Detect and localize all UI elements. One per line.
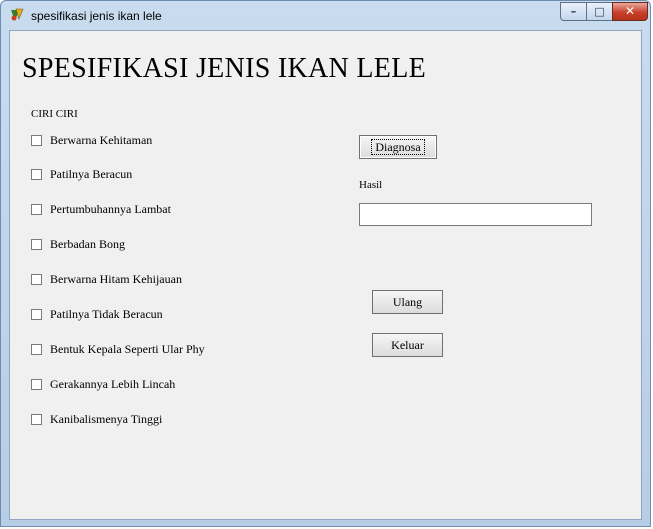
minimize-button[interactable]: – bbox=[560, 2, 587, 21]
checkbox[interactable] bbox=[31, 308, 42, 320]
checkbox-row-berwarna-hitam-kehijauan[interactable]: Berwarna Hitam Kehijauan bbox=[31, 271, 182, 287]
maximize-button[interactable]: □ bbox=[586, 2, 613, 21]
checkbox-row-berwarna-kehitaman[interactable]: Berwarna Kehitaman bbox=[31, 132, 152, 148]
diagnosa-button-label: Diagnosa bbox=[371, 139, 425, 155]
hasil-output-field[interactable] bbox=[359, 203, 592, 226]
minimize-icon: – bbox=[570, 5, 577, 18]
checkbox[interactable] bbox=[31, 238, 42, 250]
checkbox[interactable] bbox=[31, 134, 42, 146]
checkbox-row-berbadan-bong[interactable]: Berbadan Bong bbox=[31, 236, 125, 252]
checkbox-row-pertumbuhannya-lambat[interactable]: Pertumbuhannya Lambat bbox=[31, 201, 171, 217]
checkbox-row-gerakannya-lebih-lincah[interactable]: Gerakannya Lebih Lincah bbox=[31, 376, 175, 392]
checkbox-label: Bentuk Kepala Seperti Ular Phy bbox=[50, 341, 205, 356]
maximize-icon: □ bbox=[594, 5, 605, 18]
checkbox[interactable] bbox=[31, 168, 42, 180]
checkbox-label: Patilnya Beracun bbox=[50, 166, 133, 181]
ulang-button[interactable]: Ulang bbox=[372, 290, 443, 314]
checkbox[interactable] bbox=[31, 378, 42, 390]
ciri-group-label: CIRI CIRI bbox=[31, 108, 78, 120]
checkbox-row-patilnya-beracun[interactable]: Patilnya Beracun bbox=[31, 166, 132, 182]
app-icon bbox=[11, 8, 24, 21]
checkbox[interactable] bbox=[31, 273, 42, 285]
checkbox-label: Berwarna Hitam Kehijauan bbox=[50, 271, 182, 286]
title-bar[interactable]: spesifikasi jenis ikan lele – □ ✕ bbox=[1, 1, 650, 30]
checkbox-row-patilnya-tidak-beracun[interactable]: Patilnya Tidak Beracun bbox=[31, 306, 163, 322]
hasil-label: Hasil bbox=[359, 179, 383, 191]
checkbox-label: Gerakannya Lebih Lincah bbox=[50, 376, 176, 391]
checkbox-label: Pertumbuhannya Lambat bbox=[50, 201, 171, 216]
keluar-button[interactable]: Keluar bbox=[372, 333, 443, 357]
checkbox-label: Berbadan Bong bbox=[50, 236, 125, 251]
close-button[interactable]: ✕ bbox=[612, 2, 648, 21]
checkbox-label: Patilnya Tidak Beracun bbox=[50, 306, 163, 321]
window-title: spesifikasi jenis ikan lele bbox=[31, 9, 162, 23]
diagnosa-button[interactable]: Diagnosa bbox=[359, 135, 437, 159]
app-window: spesifikasi jenis ikan lele – □ ✕ SPESIF… bbox=[0, 0, 651, 527]
checkbox-row-kanibalismenya-tinggi[interactable]: Kanibalismenya Tinggi bbox=[31, 411, 162, 427]
checkbox-label: Kanibalismenya Tinggi bbox=[50, 411, 163, 426]
checkbox[interactable] bbox=[31, 343, 42, 355]
checkbox-label: Berwarna Kehitaman bbox=[50, 132, 153, 147]
page-title: SPESIFIKASI JENIS IKAN LELE bbox=[22, 53, 426, 84]
close-icon: ✕ bbox=[624, 4, 636, 18]
checkbox[interactable] bbox=[31, 413, 42, 425]
form-client-area: SPESIFIKASI JENIS IKAN LELE CIRI CIRI Be… bbox=[9, 30, 642, 520]
checkbox[interactable] bbox=[31, 203, 42, 215]
checkbox-row-bentuk-kepala[interactable]: Bentuk Kepala Seperti Ular Phy bbox=[31, 341, 205, 357]
